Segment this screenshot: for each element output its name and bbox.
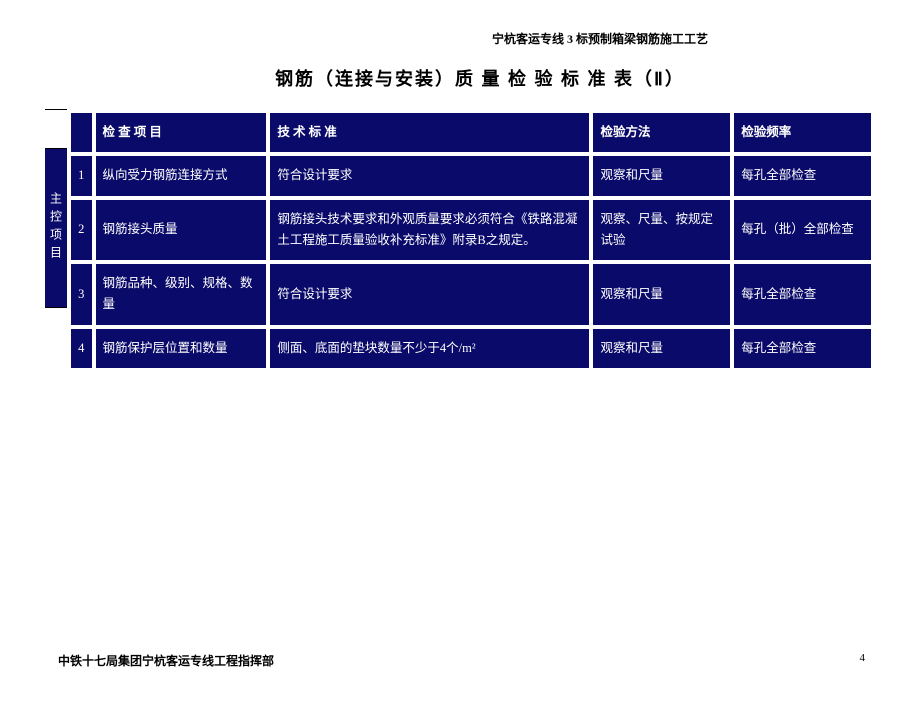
table-row: 3 钢筋品种、级别、规格、数量 符合设计要求 观察和尺量 每孔全部检查 bbox=[71, 264, 871, 325]
col-inspect-item: 检 查 项 目 bbox=[96, 113, 267, 152]
col-blank bbox=[71, 113, 92, 152]
doc-header: 宁杭客运专线 3 标预制箱梁钢筋施工工艺 bbox=[45, 30, 875, 47]
cell-method: 观察和尺量 bbox=[593, 156, 730, 195]
cell-item: 钢筋接头质量 bbox=[96, 200, 267, 261]
cell-frequency: 每孔（批）全部检查 bbox=[734, 200, 871, 261]
cell-method: 观察和尺量 bbox=[593, 264, 730, 325]
row-index: 4 bbox=[71, 329, 92, 368]
table-header-row: 检 查 项 目 技 术 标 准 检验方法 检验频率 bbox=[71, 113, 871, 152]
col-technical-standard: 技 术 标 准 bbox=[270, 113, 589, 152]
cell-standard: 符合设计要求 bbox=[270, 156, 589, 195]
footer-org: 中铁十七局集团宁杭客运专线工程指挥部 bbox=[58, 652, 274, 669]
inspection-table: 检 查 项 目 技 术 标 准 检验方法 检验频率 1 纵向受力钢筋连接方式 符… bbox=[67, 109, 875, 372]
cell-item: 钢筋品种、级别、规格、数量 bbox=[96, 264, 267, 325]
cell-item: 钢筋保护层位置和数量 bbox=[96, 329, 267, 368]
cell-frequency: 每孔全部检查 bbox=[734, 264, 871, 325]
page-footer: 中铁十七局集团宁杭客运专线工程指挥部 4 bbox=[58, 652, 865, 669]
cell-method: 观察、尺量、按规定试验 bbox=[593, 200, 730, 261]
cell-standard: 符合设计要求 bbox=[270, 264, 589, 325]
table-row: 4 钢筋保护层位置和数量 侧面、底面的垫块数量不少于4个/m² 观察和尺量 每孔… bbox=[71, 329, 871, 368]
row-group-label-col: 主控项目 bbox=[45, 109, 67, 372]
col-frequency: 检验频率 bbox=[734, 113, 871, 152]
col-method: 检验方法 bbox=[593, 113, 730, 152]
page-title: 钢筋（连接与安装）质 量 检 验 标 准 表（Ⅱ） bbox=[45, 65, 875, 91]
cell-frequency: 每孔全部检查 bbox=[734, 156, 871, 195]
row-index: 2 bbox=[71, 200, 92, 261]
row-index: 1 bbox=[71, 156, 92, 195]
page-number: 4 bbox=[860, 652, 866, 669]
table-row: 2 钢筋接头质量 钢筋接头技术要求和外观质量要求必须符合《铁路混凝土工程施工质量… bbox=[71, 200, 871, 261]
cell-frequency: 每孔全部检查 bbox=[734, 329, 871, 368]
table-row: 1 纵向受力钢筋连接方式 符合设计要求 观察和尺量 每孔全部检查 bbox=[71, 156, 871, 195]
inspection-table-wrap: 主控项目 检 查 项 目 技 术 标 准 检验方法 检验频率 1 纵向受力钢筋连… bbox=[45, 109, 875, 372]
cell-method: 观察和尺量 bbox=[593, 329, 730, 368]
cell-standard: 钢筋接头技术要求和外观质量要求必须符合《铁路混凝土工程施工质量验收补充标准》附录… bbox=[270, 200, 589, 261]
cell-standard: 侧面、底面的垫块数量不少于4个/m² bbox=[270, 329, 589, 368]
cell-item: 纵向受力钢筋连接方式 bbox=[96, 156, 267, 195]
row-group-label: 主控项目 bbox=[45, 148, 67, 308]
row-index: 3 bbox=[71, 264, 92, 325]
